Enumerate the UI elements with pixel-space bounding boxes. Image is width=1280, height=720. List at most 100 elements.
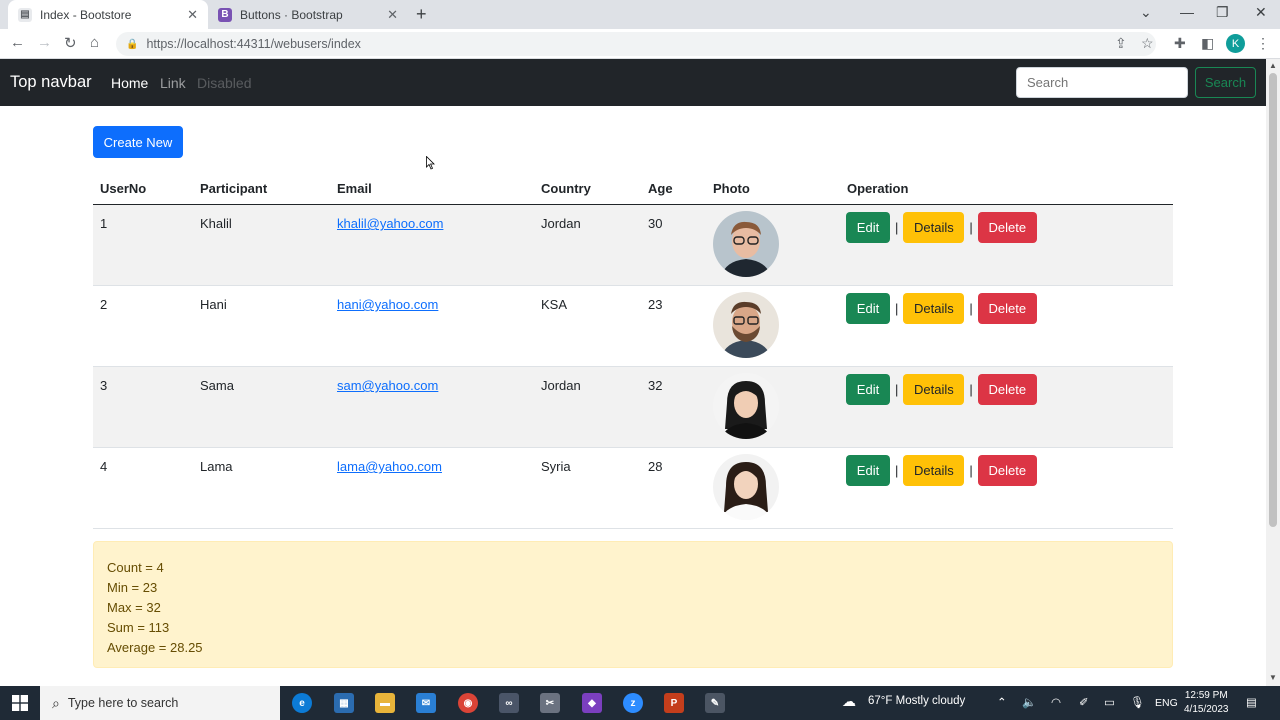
cell-email-link[interactable]: sam@yahoo.com (337, 378, 438, 393)
row-operations: Edit | Details | Delete (846, 455, 1037, 486)
tab-search-chevron-icon[interactable]: ⌄ (1140, 4, 1152, 21)
page-scrollbar[interactable]: ▲ ▼ (1266, 59, 1280, 686)
cell-email-link[interactable]: hani@yahoo.com (337, 297, 438, 312)
clock-time: 12:59 PM (1184, 690, 1228, 701)
cell-country: Jordan (541, 378, 581, 393)
row-operations: Edit | Details | Delete (846, 293, 1037, 324)
forward-icon[interactable]: → (37, 34, 52, 51)
separator: | (895, 463, 899, 478)
menu-kebab-icon[interactable]: ⋮ (1256, 35, 1270, 52)
close-icon[interactable]: ✕ (187, 7, 198, 23)
microphone-icon[interactable]: 🎙 (1130, 695, 1145, 709)
nav-link-link[interactable]: Link (160, 75, 186, 91)
tools-icon[interactable]: ✂ (540, 693, 560, 713)
stat-average: Average = 28.25 (107, 640, 203, 655)
stats-alert: Count = 4 Min = 23 Max = 32 Sum = 113 Av… (93, 541, 1173, 668)
page-icon: ▤ (18, 7, 32, 22)
table-row: 4 Lama lama@yahoo.com Syria 28 Edit | De… (93, 448, 1173, 529)
battery-icon[interactable]: ▭ (1104, 695, 1115, 709)
window-close-icon[interactable]: ✕ (1255, 4, 1267, 21)
details-button[interactable]: Details (903, 374, 965, 405)
delete-button[interactable]: Delete (977, 212, 1037, 243)
cell-country: Syria (541, 459, 571, 474)
url-text: https://localhost:44311/webusers/index (146, 37, 361, 51)
notifications-icon[interactable]: ▤ (1246, 695, 1257, 709)
lock-icon[interactable]: 🔒 (126, 39, 138, 50)
maximize-icon[interactable]: ❐ (1216, 4, 1229, 21)
infinity-app-icon[interactable]: ∞ (499, 693, 519, 713)
mail-icon[interactable]: ✉ (416, 693, 436, 713)
user-photo (713, 454, 779, 520)
search-input[interactable] (1016, 67, 1188, 98)
taskbar-search-placeholder: Type here to search (67, 696, 179, 710)
edit-button[interactable]: Edit (846, 455, 890, 486)
cell-participant: Khalil (200, 216, 232, 231)
wifi-icon[interactable]: ◠ (1051, 695, 1061, 709)
tab-index-bootstore[interactable]: ▤ Index - Bootstore ✕ (8, 0, 208, 29)
close-icon[interactable]: ✕ (387, 7, 398, 23)
language-indicator[interactable]: ENG (1155, 697, 1178, 709)
user-photo (713, 292, 779, 358)
header-email: Email (337, 181, 372, 196)
share-icon[interactable]: ⇪ (1115, 35, 1127, 52)
scroll-down-arrow-icon[interactable]: ▼ (1269, 673, 1277, 682)
weather-text[interactable]: 67°F Mostly cloudy (868, 695, 965, 707)
cell-userno: 2 (100, 297, 108, 312)
back-icon[interactable]: ← (10, 34, 25, 51)
stat-count: Count = 4 (107, 560, 164, 575)
edit-button[interactable]: Edit (846, 212, 890, 243)
scroll-up-arrow-icon[interactable]: ▲ (1269, 61, 1277, 70)
volume-icon[interactable]: 🔈 (1022, 695, 1036, 709)
details-button[interactable]: Details (903, 455, 965, 486)
powerpoint-icon[interactable]: P (664, 693, 684, 713)
store-icon[interactable]: ▦ (334, 693, 354, 713)
header-country: Country (541, 181, 591, 196)
paint-icon[interactable]: ✎ (705, 693, 725, 713)
address-bar[interactable]: 🔒 https://localhost:44311/webusers/index (116, 32, 1156, 56)
details-button[interactable]: Details (903, 293, 965, 324)
row-operations: Edit | Details | Delete (846, 212, 1037, 243)
cell-participant: Lama (200, 459, 233, 474)
cell-email-link[interactable]: lama@yahoo.com (337, 459, 442, 474)
browser-tabstrip: ▤ Index - Bootstore ✕ B Buttons · Bootst… (0, 0, 1280, 29)
side-panel-icon[interactable]: ◧ (1201, 35, 1214, 52)
edit-button[interactable]: Edit (846, 374, 890, 405)
pen-icon[interactable]: ✐ (1079, 695, 1089, 709)
cell-age: 23 (648, 297, 663, 312)
chrome-icon[interactable]: ◉ (458, 693, 478, 713)
details-button[interactable]: Details (903, 212, 965, 243)
tray-chevron-icon[interactable]: ⌃ (997, 695, 1007, 709)
cell-userno: 3 (100, 378, 108, 393)
reload-icon[interactable]: ↻ (64, 34, 77, 52)
browser-toolbar: ← → ↻ ⌂ 🔒 https://localhost:44311/webuse… (0, 29, 1280, 59)
navbar-brand[interactable]: Top navbar (10, 73, 92, 92)
windows-start-icon[interactable] (12, 695, 28, 711)
edge-icon[interactable]: e (292, 693, 312, 713)
create-new-button[interactable]: Create New (93, 126, 183, 158)
delete-button[interactable]: Delete (977, 455, 1037, 486)
visual-studio-icon[interactable]: ◆ (582, 693, 602, 713)
extensions-icon[interactable]: ✚ (1174, 35, 1186, 52)
header-photo: Photo (713, 181, 750, 196)
search-button[interactable]: Search (1195, 67, 1256, 98)
tab-buttons-bootstrap[interactable]: B Buttons · Bootstrap ✕ (208, 0, 408, 29)
cell-userno: 4 (100, 459, 108, 474)
bookmark-star-icon[interactable]: ☆ (1141, 35, 1154, 52)
weather-cloud-icon[interactable]: ☁ (842, 693, 856, 710)
file-explorer-icon[interactable]: ▬ (375, 693, 395, 713)
new-tab-icon[interactable]: + (416, 4, 427, 25)
delete-button[interactable]: Delete (977, 374, 1037, 405)
delete-button[interactable]: Delete (977, 293, 1037, 324)
taskbar-search[interactable]: ⌕ Type here to search (40, 686, 280, 720)
home-icon[interactable]: ⌂ (90, 34, 99, 51)
taskbar-clock[interactable]: 12:59 PM 4/15/2023 (1184, 689, 1229, 717)
edit-button[interactable]: Edit (846, 293, 890, 324)
minimize-icon[interactable]: — (1180, 4, 1194, 20)
cell-country: KSA (541, 297, 568, 312)
search-icon: ⌕ (52, 694, 60, 711)
nav-link-home[interactable]: Home (111, 75, 148, 91)
profile-avatar[interactable]: K (1226, 34, 1245, 53)
scroll-thumb[interactable] (1269, 73, 1277, 527)
zoom-icon[interactable]: z (623, 693, 643, 713)
cell-email-link[interactable]: khalil@yahoo.com (337, 216, 443, 231)
